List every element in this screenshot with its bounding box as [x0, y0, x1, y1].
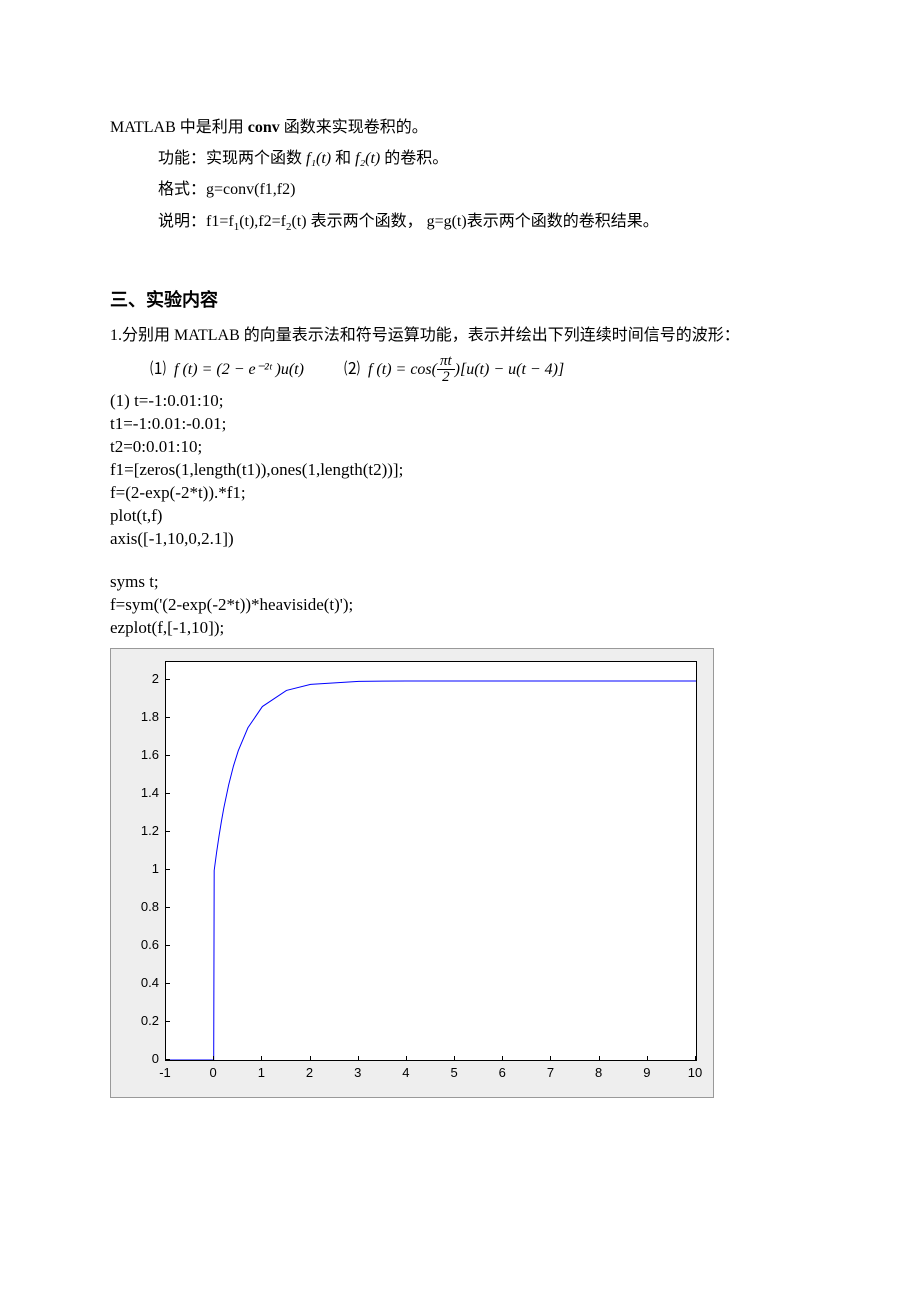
x-tick-mark	[695, 1056, 696, 1061]
y-tick-mark	[165, 755, 170, 756]
series-line	[166, 680, 696, 1059]
y-tick-mark	[165, 869, 170, 870]
y-tick-mark	[165, 1021, 170, 1022]
y-tick-label: 0.8	[111, 899, 159, 914]
y-tick-label: 0	[111, 1051, 159, 1066]
x-tick-mark	[454, 1056, 455, 1061]
text: 说明：f1=f	[158, 213, 234, 230]
y-tick-label: 1.6	[111, 747, 159, 762]
matlab-figure: 00.20.40.60.811.21.41.61.82-101234567891…	[110, 648, 714, 1098]
text: 功能：实现两个函数	[158, 150, 306, 167]
task-1-desc: 1.分别用 MATLAB 的向量表示法和符号运算功能，表示并绘出下列连续时间信号…	[110, 322, 810, 349]
code-line: f=sym('(2-exp(-2*t))*heaviside(t)');	[110, 594, 810, 617]
text: (t),f2=f	[239, 213, 286, 230]
x-tick-label: 8	[584, 1065, 614, 1080]
code-line: t1=-1:0.01:-0.01;	[110, 413, 810, 436]
code-line: t2=0:0.01:10;	[110, 436, 810, 459]
y-tick-label: 1.4	[111, 785, 159, 800]
denominator: 2	[437, 370, 455, 386]
text: 函数来实现卷积的。	[280, 119, 428, 136]
code-line: ezplot(f,[-1,10]);	[110, 617, 810, 640]
eq2-part-b: )[u(t) − u(t − 4)]	[455, 361, 565, 378]
y-tick-mark	[165, 945, 170, 946]
y-tick-label: 0.4	[111, 975, 159, 990]
y-tick-mark	[165, 831, 170, 832]
x-tick-label: -1	[150, 1065, 180, 1080]
x-tick-mark	[165, 1056, 166, 1061]
y-tick-mark	[165, 679, 170, 680]
x-tick-label: 4	[391, 1065, 421, 1080]
formula-f2: f₂(t)	[355, 150, 380, 167]
x-tick-label: 1	[246, 1065, 276, 1080]
x-tick-label: 2	[295, 1065, 325, 1080]
eq1: f (t) = (2 − e⁻²ᵗ )u(t)	[174, 361, 304, 378]
code-block-1: (1) t=-1:0.01:10; t1=-1:0.01:-0.01; t2=0…	[110, 390, 810, 551]
text: (t) 表示两个函数， g=g(t)表示两个函数的卷积结果。	[291, 213, 658, 230]
x-tick-mark	[647, 1056, 648, 1061]
x-tick-label: 9	[632, 1065, 662, 1080]
x-tick-mark	[310, 1056, 311, 1061]
x-tick-mark	[502, 1056, 503, 1061]
code-line: plot(t,f)	[110, 505, 810, 528]
x-tick-label: 0	[198, 1065, 228, 1080]
y-tick-label: 0.2	[111, 1013, 159, 1028]
code-line: (1) t=-1:0.01:10;	[110, 390, 810, 413]
x-tick-mark	[213, 1056, 214, 1061]
eq1-label: ⑴	[150, 361, 166, 378]
conv-keyword: conv	[248, 119, 280, 136]
equations-row: ⑴ f (t) = (2 − e⁻²ᵗ )u(t) ⑵ f (t) = cos(…	[110, 354, 810, 387]
document-page: MATLAB 中是利用 conv 函数来实现卷积的。 功能：实现两个函数 f₁(…	[0, 0, 920, 1158]
x-tick-mark	[261, 1056, 262, 1061]
code-line: axis([-1,10,0,2.1])	[110, 528, 810, 551]
intro-line-1: MATLAB 中是利用 conv 函数来实现卷积的。	[110, 114, 810, 141]
text: 和	[331, 150, 355, 167]
numerator: πt	[437, 354, 455, 371]
plot-axes	[165, 661, 697, 1061]
y-tick-mark	[165, 717, 170, 718]
text: 的卷积。	[380, 150, 448, 167]
x-tick-mark	[406, 1056, 407, 1061]
curve-line	[166, 662, 696, 1060]
y-tick-label: 2	[111, 671, 159, 686]
section-heading: 三、实验内容	[110, 286, 810, 312]
x-tick-mark	[550, 1056, 551, 1061]
intro-line-4: 说明：f1=f1(t),f2=f2(t) 表示两个函数， g=g(t)表示两个函…	[110, 208, 810, 237]
fraction: πt2	[437, 354, 455, 387]
x-tick-label: 10	[680, 1065, 710, 1080]
x-tick-mark	[599, 1056, 600, 1061]
y-tick-label: 1	[111, 861, 159, 876]
eq2-part-a: f (t) = cos(	[368, 361, 437, 378]
intro-line-3: 格式：g=conv(f1,f2)	[110, 176, 810, 203]
y-tick-label: 1.2	[111, 823, 159, 838]
x-tick-label: 7	[535, 1065, 565, 1080]
y-tick-label: 1.8	[111, 709, 159, 724]
x-tick-label: 3	[343, 1065, 373, 1080]
eq2-label: ⑵	[344, 361, 360, 378]
code-line: f1=[zeros(1,length(t1)),ones(1,length(t2…	[110, 459, 810, 482]
y-tick-mark	[165, 793, 170, 794]
y-tick-mark	[165, 907, 170, 908]
y-tick-label: 0.6	[111, 937, 159, 952]
x-tick-label: 6	[487, 1065, 517, 1080]
text: MATLAB 中是利用	[110, 119, 248, 136]
code-line: syms t;	[110, 571, 810, 594]
y-tick-mark	[165, 983, 170, 984]
code-line: f=(2-exp(-2*t)).*f1;	[110, 482, 810, 505]
intro-line-2: 功能：实现两个函数 f₁(t) 和 f₂(t) 的卷积。	[110, 145, 810, 172]
x-tick-label: 5	[439, 1065, 469, 1080]
formula-f1: f₁(t)	[306, 150, 331, 167]
x-tick-mark	[358, 1056, 359, 1061]
code-block-2: syms t; f=sym('(2-exp(-2*t))*heaviside(t…	[110, 571, 810, 640]
